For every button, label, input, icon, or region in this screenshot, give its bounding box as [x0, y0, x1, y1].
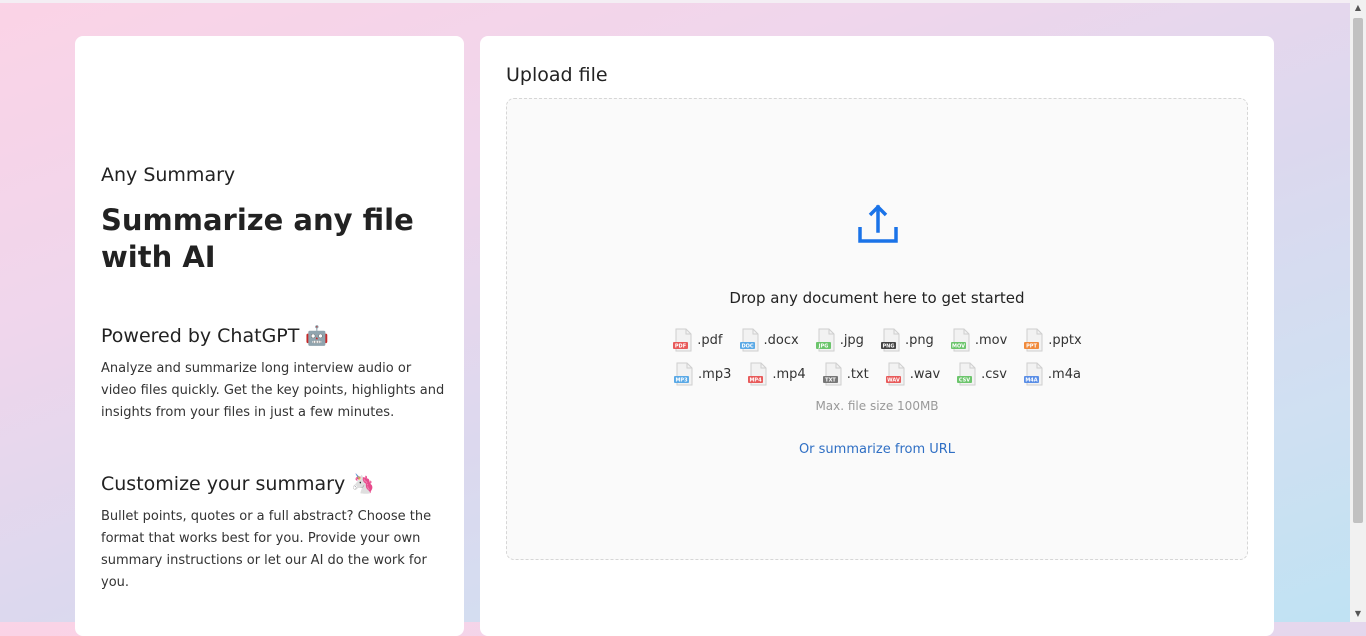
- file-type-pdf: PDF .pdf: [672, 328, 723, 352]
- file-type-mov: MOV .mov: [950, 328, 1007, 352]
- section-powered-text: Analyze and summarize long interview aud…: [101, 361, 445, 420]
- drop-instruction: Drop any document here to get started: [729, 289, 1025, 307]
- file-mp4-icon: MP4: [748, 362, 767, 386]
- svg-text:PNG: PNG: [882, 344, 894, 350]
- file-type-mp4: MP4 .mp4: [747, 362, 806, 386]
- file-types-row-2: MP3 .mp3 MP4 .mp4 TXT .txt WAV .wav CSV .csv M4A .m…: [507, 362, 1247, 386]
- svg-text:PDF: PDF: [675, 344, 686, 350]
- upload-title: Upload file: [506, 64, 608, 86]
- section-customize-text: Bullet points, quotes or a full abstract…: [101, 509, 432, 590]
- info-panel: Any Summary Summarize any file with AI P…: [75, 36, 464, 636]
- hero-title: Summarize any file with AI: [101, 203, 414, 274]
- file-type-csv: CSV .csv: [956, 362, 1007, 386]
- section-powered-title: Powered by ChatGPT 🤖: [101, 325, 330, 347]
- svg-text:MP4: MP4: [750, 378, 763, 384]
- file-docx-icon: DOC: [739, 328, 758, 352]
- svg-text:WAV: WAV: [887, 378, 900, 384]
- file-type-label: .png: [904, 332, 934, 348]
- file-type-jpg: JPG .jpg: [815, 328, 864, 352]
- file-wav-icon: WAV: [885, 362, 905, 386]
- file-type-docx: DOC .docx: [739, 328, 799, 352]
- file-types-row-1: PDF .pdf DOC .docx JPG .jpg PNG .png MOV .mov PPT.…: [507, 328, 1247, 352]
- file-type-label: .csv: [981, 366, 1007, 382]
- svg-text:CSV: CSV: [959, 378, 970, 384]
- vertical-scrollbar[interactable]: ▲ ▼: [1350, 0, 1366, 622]
- file-mp3-icon: MP3: [674, 362, 693, 386]
- file-type-label: .mp4: [772, 366, 806, 382]
- svg-text:DOC: DOC: [741, 344, 753, 350]
- svg-text:PPT: PPT: [1026, 344, 1037, 350]
- svg-text:TXT: TXT: [825, 378, 836, 384]
- file-type-m4a: M4A .m4a: [1023, 362, 1081, 386]
- scroll-up-arrow-icon[interactable]: ▲: [1350, 0, 1366, 16]
- file-type-label: .mp3: [698, 366, 732, 382]
- top-border: [0, 0, 1350, 3]
- file-png-icon: PNG: [880, 328, 900, 352]
- summarize-from-url-link[interactable]: Or summarize from URL: [507, 442, 1247, 457]
- file-txt-icon: TXT: [822, 362, 842, 386]
- file-type-mp3: MP3 .mp3: [673, 362, 731, 386]
- file-type-png: PNG .png: [880, 328, 934, 352]
- scroll-down-arrow-icon[interactable]: ▼: [1350, 606, 1366, 622]
- svg-text:M4A: M4A: [1025, 378, 1037, 384]
- scrollbar-thumb[interactable]: [1353, 18, 1363, 523]
- section-customize-title: Customize your summary 🦄: [101, 473, 375, 495]
- file-type-label: .docx: [763, 332, 799, 348]
- upload-panel: Upload file Drop any document here to ge…: [480, 36, 1274, 636]
- file-pdf-icon: PDF: [673, 328, 692, 352]
- upload-icon[interactable]: [857, 203, 899, 245]
- file-type-txt: TXT .txt: [822, 362, 869, 386]
- file-type-pptx: PPT .pptx: [1023, 328, 1082, 352]
- svg-text:MOV: MOV: [952, 344, 965, 350]
- file-type-label: .m4a: [1047, 366, 1081, 382]
- svg-text:MP3: MP3: [675, 378, 688, 384]
- file-pptx-icon: PPT: [1024, 328, 1043, 352]
- brand-name: Any Summary: [101, 164, 236, 186]
- svg-text:JPG: JPG: [817, 344, 828, 350]
- file-type-label: .pptx: [1048, 332, 1082, 348]
- file-type-label: .jpg: [839, 332, 864, 348]
- file-dropzone[interactable]: Drop any document here to get started PD…: [506, 98, 1248, 560]
- file-type-wav: WAV .wav: [885, 362, 940, 386]
- max-file-size: Max. file size 100MB: [815, 399, 939, 413]
- file-type-label: .wav: [909, 366, 941, 382]
- file-jpg-icon: JPG: [815, 328, 835, 352]
- file-m4a-icon: M4A: [1023, 362, 1043, 386]
- file-csv-icon: CSV: [957, 362, 976, 386]
- file-type-label: .txt: [846, 366, 869, 382]
- file-mov-icon: MOV: [950, 328, 970, 352]
- file-type-label: .mov: [974, 332, 1008, 348]
- file-type-label: .pdf: [697, 332, 723, 348]
